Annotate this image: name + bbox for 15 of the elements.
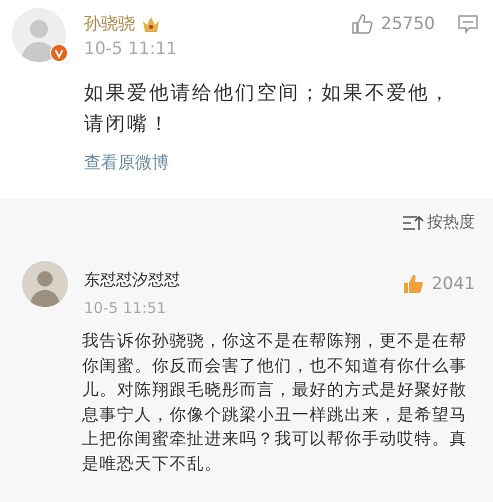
comment-text: 我告诉你孙骁骁，你这不是在帮陈翔，更不是在帮你闺蜜。你反而会害了他们，也不知道有你什么事儿。对陈翔跟毛晓彤而言，最好的方式是好聚好散息事宁人，你像个跳梁小丑一样跳出来，是希望马上把你闺蜜牵扯进来吗？我可以帮你手动哎特。真是唯恐天下不乱。 [82, 330, 468, 474]
comment-time: 10-5 11:51 [84, 299, 168, 317]
author-name[interactable]: 孙骁骁 [84, 12, 135, 35]
post-text: 如果爱他请给他们空间；如果不爱他，请闭嘴！ [84, 80, 452, 137]
commenter-name[interactable]: 东怼怼汐怼怼 [84, 270, 180, 290]
like-button[interactable]: 25750 [350, 12, 435, 34]
crown-icon [141, 14, 161, 32]
avatar[interactable] [22, 261, 68, 307]
sort-icon [402, 214, 424, 232]
avatar[interactable] [12, 8, 66, 62]
view-original-link[interactable]: 查看原微博 [84, 151, 169, 174]
sort-button[interactable]: 按热度 [402, 208, 475, 237]
like-button[interactable]: 2041 [402, 273, 475, 295]
comment-icon[interactable] [457, 14, 479, 34]
post-time: 10-5 11:11 [84, 39, 178, 59]
